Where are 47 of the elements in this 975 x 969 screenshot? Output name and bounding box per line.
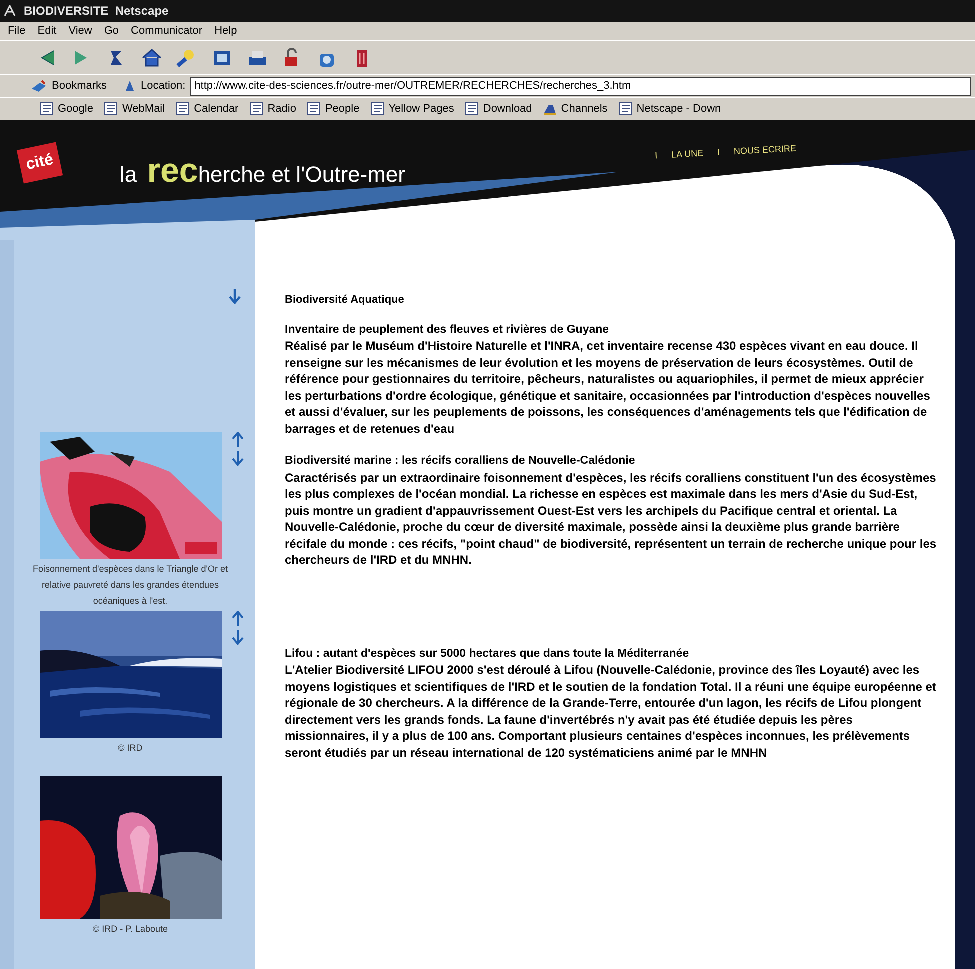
nav-link[interactable]: NOUS ECRIRE xyxy=(734,142,797,160)
menu-item[interactable]: Edit xyxy=(38,22,57,40)
menu-item[interactable]: File xyxy=(8,22,26,40)
nav-link[interactable]: LA UNE xyxy=(671,147,704,162)
bookmark-icon xyxy=(30,79,48,93)
section-title: Inventaire de peuplement des fleuves et rivières de Guyane xyxy=(285,322,610,338)
bookmark-link[interactable]: Netscape - Down xyxy=(618,100,722,118)
page-icon xyxy=(40,102,54,116)
menu-item[interactable]: Go xyxy=(104,22,120,40)
bookmarks-button[interactable]: Bookmarks xyxy=(30,78,108,94)
bookmark-link[interactable]: Google xyxy=(40,100,94,118)
up-down-arrows-icon[interactable] xyxy=(232,611,244,645)
section-title: Lifou : autant d'espèces sur 5000 hectares que dans toute la Méditerranée xyxy=(285,646,690,662)
section-text: L'Atelier Biodiversité LIFOU 2000 s'est déroulé à Lifou (Nouvelle-Calédonie, province des îles Loyauté) avec les moyens logistiques et scientifiques de l'IRD et le soutien de la fondation Total. Il a réuni une équipe européenne et régionale de 30 chercheurs. A la différence de la Grande-Terre, entourée d'un lagon, les récifs de Lifou plongent directement vers les grands fonds. La faune d'invertébrés n'y avait pas été étudiée depuis les pères missionnaires, il y a plus de 100 ans. Comportant plusieurs centaines d'espèces inconnues, les prélèvements seront étudiés par un réseau international de 120 systématiciens animé par le MNHN xyxy=(285,662,938,761)
page-icon xyxy=(250,102,264,116)
arrow-down-icon[interactable] xyxy=(229,288,241,304)
section-title: Biodiversité marine : les récifs coralliens de Nouvelle-Calédonie xyxy=(285,454,636,469)
menu-item[interactable]: Communicator xyxy=(131,22,203,40)
channels-icon xyxy=(543,102,558,116)
menu-item[interactable]: Help xyxy=(214,22,238,40)
page-icon xyxy=(465,102,480,116)
page-heading: Biodiversité Aquatique xyxy=(285,293,406,308)
bookmark-link[interactable]: Yellow Pages xyxy=(370,100,454,118)
page-icon xyxy=(307,102,322,116)
location-label: Location: xyxy=(141,78,186,94)
figure-caption: © IRD - P. Laboute xyxy=(92,923,169,936)
window-title: BIODIVERSITE Netscape xyxy=(24,3,169,20)
location-field[interactable]: http://www.cite-des-sciences.fr/outre-mer/OUTREMER/RECHERCHES/recherches_3.htm xyxy=(190,76,971,96)
bookmark-link[interactable]: Channels xyxy=(543,100,608,118)
menu-item[interactable]: View xyxy=(68,22,92,40)
section-text: Caractérisés par un extraordinaire foisonnement d'espèces, les récifs coralliens constituent l'un des écosystèmes les plus complexes de l'océan mondial. La richesse en espèces est maximale dans les mers d'Asie du Sud-Est, puis montre un gradient d'appauvrissement Ouest-Est vers les archipels du Pacifique central et oriental. La Nouvelle-Calédonie, proche du cœur de diversité maximale, possède ainsi la deuxième plus grande barrière récifale du monde : ces récifs, "point chaud" de biodiversité, représentent un terrain de recherche unique pour les chercheurs de l'IRD et du MNHN. xyxy=(285,470,938,568)
figure-caption: © IRD xyxy=(117,742,144,755)
figure-caption: Foisonnement d'espèces dans le Triangle d'Or et relative pauvreté dans les grandes étendues océaniques à l'est. xyxy=(32,563,230,608)
up-down-arrows-icon[interactable] xyxy=(232,432,244,466)
nav-separator: I xyxy=(654,150,658,163)
bookmark-link[interactable]: Download xyxy=(465,100,532,118)
page-icon xyxy=(370,102,385,116)
banner-title: la recherche et l'Outre-mer xyxy=(120,151,406,192)
page-icon xyxy=(176,102,190,116)
section-text: Réalisé par le Muséum d'Histoire Naturelle et l'INRA, cet inventaire recense 430 espèces vivant en eau douce. Il renseigne sur les mécanismes de leur évolution et les moyens de préservation de leurs écosystèmes. Outil de référence pour gestionnaires du territoire, pêcheurs, naturalistes ou aquariophiles, il permet de mieux apprécier les perturbations d'ordre écologique, génétique et sanitaire, occasionnées par l'introduction d'espèces nouvelles et aussi d'évaluer, sur les peuplements de poissons, les conséquences d'aménagements tels que l'édification de barrages et de retenues d'eau xyxy=(285,338,932,437)
page-icon xyxy=(618,102,633,116)
bookmark-link[interactable]: WebMail xyxy=(104,100,166,118)
page-icon xyxy=(104,102,118,116)
bookmark-link[interactable]: People xyxy=(307,100,360,118)
bookmark-link[interactable]: Calendar xyxy=(176,100,239,118)
nav-separator: I xyxy=(717,146,720,160)
bookmark-link[interactable]: Radio xyxy=(250,100,296,118)
